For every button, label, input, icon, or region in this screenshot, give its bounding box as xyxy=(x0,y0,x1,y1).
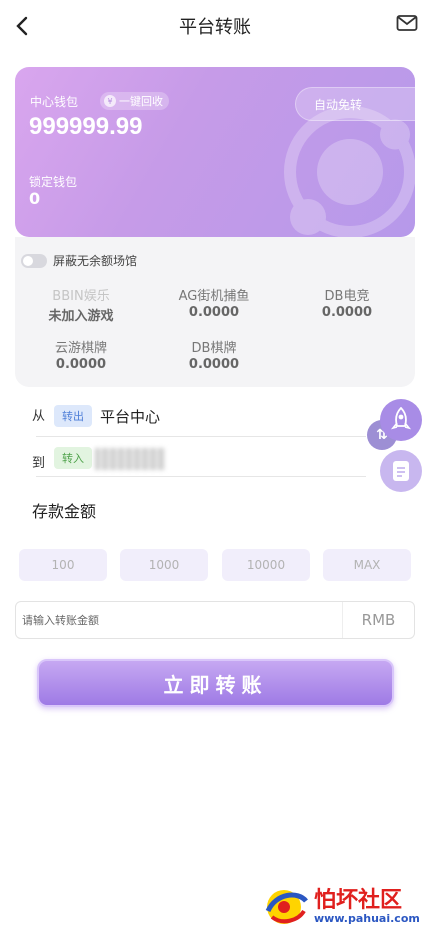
transfer-out-tag: 转出 xyxy=(54,405,92,427)
amount-field: RMB xyxy=(15,601,415,639)
pahuai-logo-icon xyxy=(265,890,308,924)
amount-input[interactable] xyxy=(16,602,342,638)
page-title: 平台转账 xyxy=(179,17,251,38)
venue-item[interactable]: DB电竞 0.0000 xyxy=(287,285,407,320)
reclaim-all-button[interactable]: ¥ 一键回收 xyxy=(100,92,169,110)
center-wallet-label: 中心钱包 xyxy=(30,95,79,109)
deposit-amount-label: 存款金额 xyxy=(32,502,97,521)
venue-value: 未加入游戏 xyxy=(48,309,114,324)
from-wallet-select[interactable]: 平台中心 xyxy=(100,406,160,427)
divider xyxy=(36,436,366,437)
yuan-icon: ¥ xyxy=(104,95,116,107)
venue-name: AG街机捕鱼 xyxy=(178,289,250,304)
wallet-card: 中心钱包 ¥ 一键回收 自动免转 999999.99 锁定钱包 0 xyxy=(15,67,415,237)
venue-value: 0.0000 xyxy=(55,357,107,372)
venues-panel: 屏蔽无余额场馆 BBIN娱乐 未加入游戏 AG街机捕鱼 0.0000 DB电竞 … xyxy=(15,237,415,387)
venue-name: DB棋牌 xyxy=(191,341,237,356)
quick-amount-button[interactable]: 1000 xyxy=(120,549,208,581)
venue-item[interactable]: BBIN娱乐 未加入游戏 xyxy=(21,285,141,324)
hide-empty-toggle[interactable] xyxy=(21,253,47,268)
venue-name: BBIN娱乐 xyxy=(52,289,110,304)
wallet-balance: 999999.99 xyxy=(29,113,143,140)
currency-unit: RMB xyxy=(342,602,414,638)
venue-name: DB电竞 xyxy=(324,289,370,304)
transfer-in-tag: 转入 xyxy=(54,447,92,469)
venue-name: 云游棋牌 xyxy=(54,341,107,356)
venue-item[interactable]: DB棋牌 0.0000 xyxy=(154,337,274,372)
reclaim-label: 一键回收 xyxy=(119,95,163,108)
locked-wallet-value: 0 xyxy=(29,189,41,208)
hide-empty-toggle-row[interactable]: 屏蔽无余额场馆 xyxy=(21,252,137,269)
locked-wallet-label: 锁定钱包 xyxy=(29,175,78,189)
transfer-now-button[interactable]: 立即转账 xyxy=(37,659,394,707)
quick-amount-button[interactable]: 10000 xyxy=(222,549,310,581)
venue-item[interactable]: 云游棋牌 0.0000 xyxy=(21,337,141,372)
venue-item[interactable]: AG街机捕鱼 0.0000 xyxy=(154,285,274,320)
chevron-left-icon[interactable] xyxy=(8,12,36,40)
venue-value: 0.0000 xyxy=(321,305,373,320)
document-icon[interactable] xyxy=(380,450,422,492)
mail-icon[interactable] xyxy=(396,14,420,38)
site-watermark: 怕坏社区 www.pahuai.com xyxy=(262,885,420,927)
from-label: 从 xyxy=(32,409,46,424)
to-label: 到 xyxy=(32,456,46,471)
watermark-url: www.pahuai.com xyxy=(314,911,420,925)
watermark-title: 怕坏社区 xyxy=(314,886,403,913)
auto-transfer-button[interactable]: 自动免转 xyxy=(295,87,415,121)
divider xyxy=(36,476,366,477)
to-wallet-select[interactable] xyxy=(95,448,165,470)
hide-empty-label: 屏蔽无余额场馆 xyxy=(53,254,138,268)
quick-amount-max-button[interactable]: MAX xyxy=(323,549,411,581)
quick-amount-button[interactable]: 100 xyxy=(19,549,107,581)
venue-value: 0.0000 xyxy=(188,305,240,320)
top-bar: 平台转账 xyxy=(0,0,430,52)
venue-value: 0.0000 xyxy=(188,357,240,372)
rocket-icon[interactable] xyxy=(380,399,422,441)
